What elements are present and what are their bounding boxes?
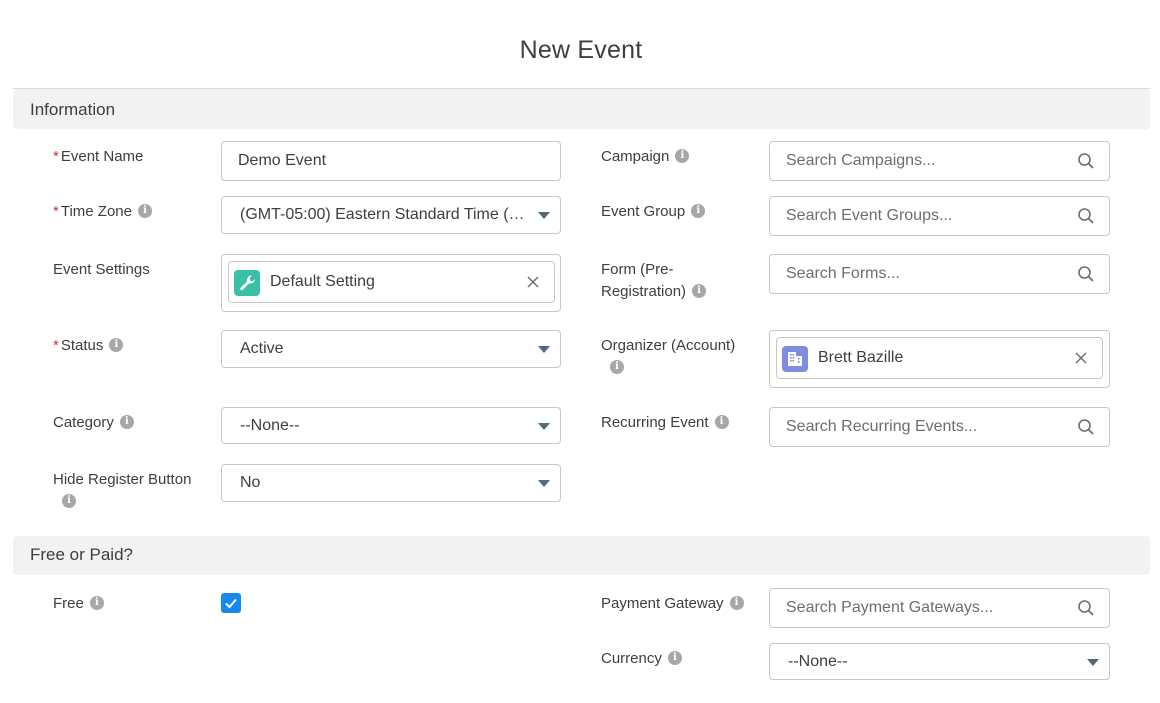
recurring-event-placeholder: Search Recurring Events... <box>786 418 978 435</box>
account-icon <box>782 346 808 372</box>
info-icon[interactable]: i <box>62 494 76 509</box>
event-settings-label: Event Settings <box>53 261 150 278</box>
event-settings-lookup[interactable]: Default Setting <box>221 254 561 312</box>
event-name-input[interactable]: Demo Event <box>221 141 561 181</box>
info-icon[interactable]: i <box>610 360 624 375</box>
search-icon <box>1078 153 1094 169</box>
close-icon[interactable] <box>526 275 540 289</box>
info-icon[interactable]: i <box>667 651 682 666</box>
recurring-event-search-input[interactable]: Search Recurring Events... <box>769 407 1110 447</box>
section-title-information: Information <box>30 100 116 119</box>
info-icon[interactable]: i <box>675 149 690 164</box>
organizer-pill[interactable]: Brett Bazille <box>776 337 1103 379</box>
organizer-value: Brett Bazille <box>818 349 904 366</box>
event-group-label: Event Group i <box>601 201 706 223</box>
campaign-label: Campaign i <box>601 146 690 168</box>
event-settings-pill[interactable]: Default Setting <box>228 261 555 303</box>
recurring-event-label: Recurring Event i <box>601 412 729 434</box>
form-search-input[interactable]: Search Forms... <box>769 254 1110 294</box>
info-icon[interactable]: i <box>729 596 744 611</box>
time-zone-label: * Time Zone i <box>53 201 152 223</box>
payment-gateway-placeholder: Search Payment Gateways... <box>786 599 994 616</box>
info-icon[interactable]: i <box>692 284 707 299</box>
info-icon[interactable]: i <box>119 415 134 430</box>
time-zone-value: (GMT-05:00) Eastern Standard Time (… <box>240 206 525 223</box>
status-label: * Status i <box>53 335 124 357</box>
event-group-search-input[interactable]: Search Event Groups... <box>769 196 1110 236</box>
event-settings-value: Default Setting <box>270 273 375 290</box>
payment-gateway-search-input[interactable]: Search Payment Gateways... <box>769 588 1110 628</box>
hide-register-button-value: No <box>240 474 261 491</box>
chevron-down-icon <box>538 346 550 353</box>
hide-register-button-select[interactable]: No <box>221 464 561 502</box>
page-title: New Event <box>519 36 643 64</box>
campaign-search-input[interactable]: Search Campaigns... <box>769 141 1110 181</box>
hide-register-button-label: Hide Register Button i <box>53 471 192 509</box>
info-icon[interactable]: i <box>109 338 124 353</box>
section-header-free-or-paid[interactable]: Free or Paid? <box>13 536 1150 575</box>
required-marker: * <box>53 337 59 354</box>
organizer-label: Organizer (Account) i <box>601 337 736 375</box>
chevron-down-icon <box>1087 658 1099 666</box>
organizer-lookup[interactable]: Brett Bazille <box>769 330 1110 388</box>
form-label: Form (Pre- Registration) i <box>601 259 761 303</box>
event-name-label: * Event Name <box>53 148 144 165</box>
time-zone-select[interactable]: (GMT-05:00) Eastern Standard Time (… <box>221 196 561 234</box>
wrench-icon <box>234 270 260 296</box>
search-icon <box>1078 266 1094 282</box>
currency-value: --None-- <box>788 653 848 670</box>
free-label: Free i <box>53 593 104 615</box>
search-icon <box>1078 419 1094 435</box>
info-icon[interactable]: i <box>89 596 104 611</box>
status-value: Active <box>240 340 284 357</box>
required-marker: * <box>53 203 59 220</box>
chevron-down-icon <box>538 422 550 430</box>
checkmark-icon <box>225 598 237 609</box>
chevron-down-icon <box>538 480 550 487</box>
form-placeholder: Search Forms... <box>786 265 900 282</box>
info-icon[interactable]: i <box>714 415 729 430</box>
category-label: Category i <box>53 412 134 434</box>
currency-select[interactable]: --None-- <box>769 643 1110 680</box>
category-select[interactable]: --None-- <box>221 407 561 444</box>
close-icon[interactable] <box>1074 351 1088 365</box>
search-icon <box>1078 600 1094 616</box>
info-icon[interactable]: i <box>137 204 152 219</box>
chevron-down-icon <box>538 212 550 219</box>
search-icon <box>1078 208 1094 224</box>
status-select[interactable]: Active <box>221 330 561 368</box>
event-group-placeholder: Search Event Groups... <box>786 207 953 224</box>
category-value: --None-- <box>240 417 300 434</box>
free-checkbox[interactable] <box>221 593 241 613</box>
currency-label: Currency i <box>601 648 682 670</box>
payment-gateway-label: Payment Gateway i <box>601 593 744 615</box>
event-name-value: Demo Event <box>238 152 327 169</box>
required-marker: * <box>53 148 59 165</box>
section-title-free-or-paid: Free or Paid? <box>30 545 133 564</box>
section-header-information[interactable]: Information <box>13 89 1150 129</box>
info-icon[interactable]: i <box>691 204 706 219</box>
campaign-placeholder: Search Campaigns... <box>786 152 936 169</box>
